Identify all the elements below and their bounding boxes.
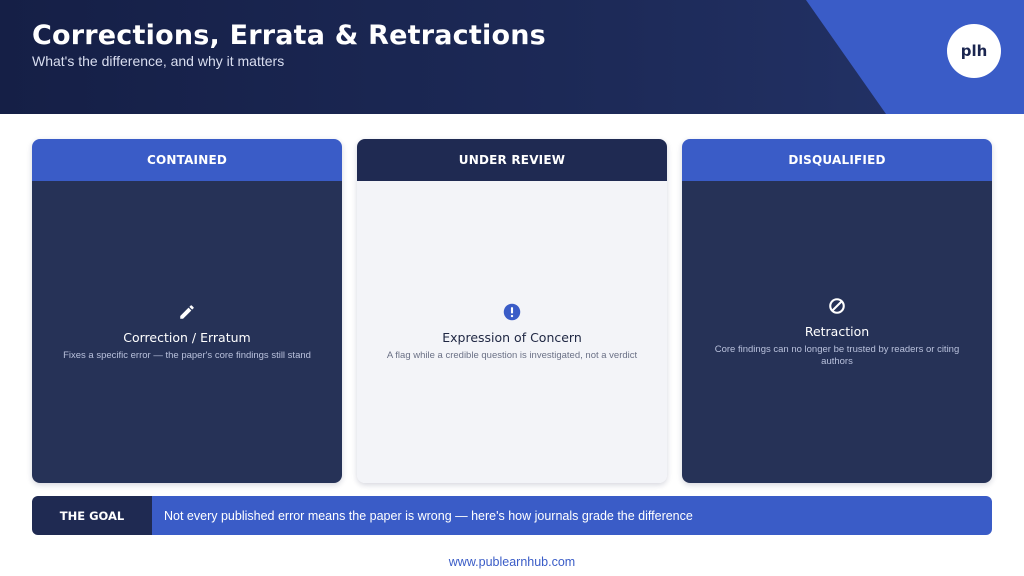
card-description: Fixes a specific error — the paper's cor… [63,349,311,361]
brand-logo: plh [947,24,1001,78]
page-title: Corrections, Errata & Retractions [32,20,546,51]
card-correction: CONTAINED Correction / Erratum Fixes a s… [32,139,342,483]
page-subtitle: What's the difference, and why it matter… [32,53,285,69]
card-description: Core findings can no longer be trusted b… [714,343,960,367]
header-band: Corrections, Errata & Retractions What's… [0,0,1024,114]
card-expression-of-concern: UNDER REVIEW Expression of Concern A fla… [357,139,667,483]
goal-text: Not every published error means the pape… [152,496,992,535]
card-body: Expression of Concern A flag while a cre… [357,181,667,483]
card-retraction: DISQUALIFIED Retraction Core findings ca… [682,139,992,483]
prohibited-icon [829,297,845,314]
card-heading: CONTAINED [32,139,342,181]
goal-label: THE GOAL [32,496,152,535]
pencil-icon [180,304,194,319]
card-heading: UNDER REVIEW [357,139,667,181]
card-title: Correction / Erratum [123,329,251,345]
card-body: Retraction Core findings can no longer b… [682,181,992,483]
logo-text: plh [960,42,988,60]
card-heading: DISQUALIFIED [682,139,992,181]
goal-bar: THE GOAL Not every published error means… [32,496,992,535]
card-description: A flag while a credible question is inve… [386,349,638,361]
footer-url[interactable]: www.publearnhub.com [0,555,1024,569]
card-body: Correction / Erratum Fixes a specific er… [32,181,342,483]
exclamation-circle-icon [503,303,521,320]
card-title: Expression of Concern [442,329,582,345]
card-title: Retraction [804,323,870,339]
